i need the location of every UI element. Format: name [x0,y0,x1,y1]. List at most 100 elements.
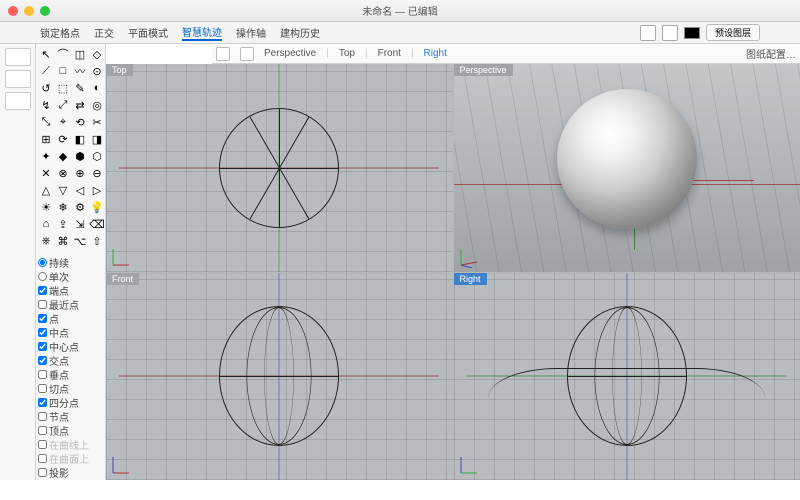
layout-config-button[interactable]: 图纸配置… [746,46,796,61]
view-tab-persp[interactable]: Perspective [264,48,316,59]
osnap-check-13[interactable] [38,440,47,449]
tool-icon-16[interactable]: ⤡ [38,114,54,130]
view-single-icon[interactable] [240,47,254,61]
viewport-label-right[interactable]: Right [454,273,487,285]
tool-icon-27[interactable]: ⬡ [89,148,105,164]
tool-icon-43[interactable]: ⌫ [89,216,105,232]
viewport-label-front[interactable]: Front [106,273,139,285]
tool-icon-15[interactable]: ◎ [89,97,105,113]
osnap-row-9[interactable]: 切点 [38,381,103,395]
layer-color-swatch[interactable] [684,27,700,39]
tool-icon-13[interactable]: ⤢ [55,97,71,113]
tool-icon-30[interactable]: ⊕ [72,165,88,181]
rail-btn-2[interactable] [5,70,31,88]
tool-icon-17[interactable]: ⌖ [55,114,71,130]
maximize-icon[interactable] [40,6,50,16]
tool-icon-24[interactable]: ✦ [38,148,54,164]
viewport-perspective[interactable]: Perspective [454,64,800,272]
osnap-row-7[interactable]: 交点 [38,353,103,367]
osnap-row-4[interactable]: 点 [38,311,103,325]
tool-icon-39[interactable]: 💡 [89,199,105,215]
osnap-check-8[interactable] [38,370,47,379]
viewport-front[interactable]: Front [106,273,453,481]
tool-icon-40[interactable]: ⌂ [38,216,54,232]
minimize-icon[interactable] [24,6,34,16]
tool-icon-2[interactable]: ◫ [72,46,88,62]
tool-icon-5[interactable]: □ [55,63,71,79]
osnap-check-7[interactable] [38,356,47,365]
osnap-row-15[interactable]: 投影 [38,465,103,479]
osnap-check-10[interactable] [38,398,47,407]
tool-icon-7[interactable]: ⊙ [89,63,105,79]
osnap-check-3[interactable] [38,300,47,309]
rail-btn-3[interactable] [5,92,31,110]
osnap-check-12[interactable] [38,426,47,435]
osnap-row-13[interactable]: 在曲线上 [38,437,103,451]
rail-btn-1[interactable] [5,48,31,66]
menu-tab-5[interactable]: 建构历史 [280,25,320,40]
menu-tab-3[interactable]: 智慧轨迹 [182,24,222,41]
osnap-check-5[interactable] [38,328,47,337]
tool-icon-45[interactable]: ⌘ [55,233,71,249]
tool-icon-37[interactable]: ❄ [55,199,71,215]
tool-icon-8[interactable]: ↺ [38,80,54,96]
tool-icon-1[interactable]: ⌒ [55,46,71,62]
osnap-row-2[interactable]: 端点 [38,283,103,297]
tool-icon-31[interactable]: ⊖ [89,165,105,181]
tool-icon-25[interactable]: ◆ [55,148,71,164]
menu-tab-4[interactable]: 操作轴 [236,25,266,40]
menu-tab-1[interactable]: 正交 [94,25,114,40]
tool-icon-32[interactable]: △ [38,182,54,198]
menu-tab-2[interactable]: 平面模式 [128,25,168,40]
menu-tab-0[interactable]: 锁定格点 [40,25,80,40]
tool-icon-44[interactable]: ⎈ [38,233,54,249]
osnap-check-6[interactable] [38,342,47,351]
osnap-check-1[interactable] [38,272,47,281]
tool-icon-41[interactable]: ⇪ [55,216,71,232]
osnap-row-8[interactable]: 垂点 [38,367,103,381]
history-fwd-icon[interactable] [662,25,678,41]
osnap-row-14[interactable]: 在曲面上 [38,451,103,465]
tool-icon-34[interactable]: ◁ [72,182,88,198]
osnap-row-11[interactable]: 节点 [38,409,103,423]
osnap-check-11[interactable] [38,412,47,421]
view-tab-front[interactable]: Front [378,48,401,59]
osnap-row-12[interactable]: 顶点 [38,423,103,437]
tool-icon-9[interactable]: ⬚ [55,80,71,96]
view-layout-icon[interactable] [216,47,230,61]
tool-icon-46[interactable]: ⌥ [72,233,88,249]
tool-icon-42[interactable]: ⇲ [72,216,88,232]
tool-icon-23[interactable]: ◨ [89,131,105,147]
tool-icon-22[interactable]: ◧ [72,131,88,147]
osnap-row-6[interactable]: 中心点 [38,339,103,353]
osnap-row-5[interactable]: 中点 [38,325,103,339]
tool-icon-38[interactable]: ⚙ [72,199,88,215]
osnap-check-15[interactable] [38,468,47,477]
tool-icon-14[interactable]: ⇄ [72,97,88,113]
close-icon[interactable] [8,6,18,16]
tool-icon-18[interactable]: ⟲ [72,114,88,130]
view-tab-right[interactable]: Right [424,48,447,59]
osnap-check-0[interactable] [38,258,47,267]
tool-icon-21[interactable]: ⟳ [55,131,71,147]
osnap-check-4[interactable] [38,314,47,323]
layer-button[interactable]: 预设图层 [706,24,760,41]
viewport-top[interactable]: Top [106,64,453,272]
view-tab-top[interactable]: Top [339,48,355,59]
osnap-row-3[interactable]: 最近点 [38,297,103,311]
osnap-check-9[interactable] [38,384,47,393]
viewport-label-persp[interactable]: Perspective [454,64,513,76]
tool-icon-36[interactable]: ☀ [38,199,54,215]
tool-icon-11[interactable]: ◐ [89,80,105,96]
tool-icon-26[interactable]: ⬢ [72,148,88,164]
osnap-row-0[interactable]: 持续 [38,255,103,269]
osnap-check-2[interactable] [38,286,47,295]
tool-icon-35[interactable]: ▷ [89,182,105,198]
tool-icon-29[interactable]: ⊗ [55,165,71,181]
tool-icon-28[interactable]: ✕ [38,165,54,181]
viewport-label-top[interactable]: Top [106,64,133,76]
tool-icon-33[interactable]: ▽ [55,182,71,198]
osnap-row-10[interactable]: 四分点 [38,395,103,409]
tool-icon-19[interactable]: ✂ [89,114,105,130]
tool-icon-20[interactable]: ⊞ [38,131,54,147]
